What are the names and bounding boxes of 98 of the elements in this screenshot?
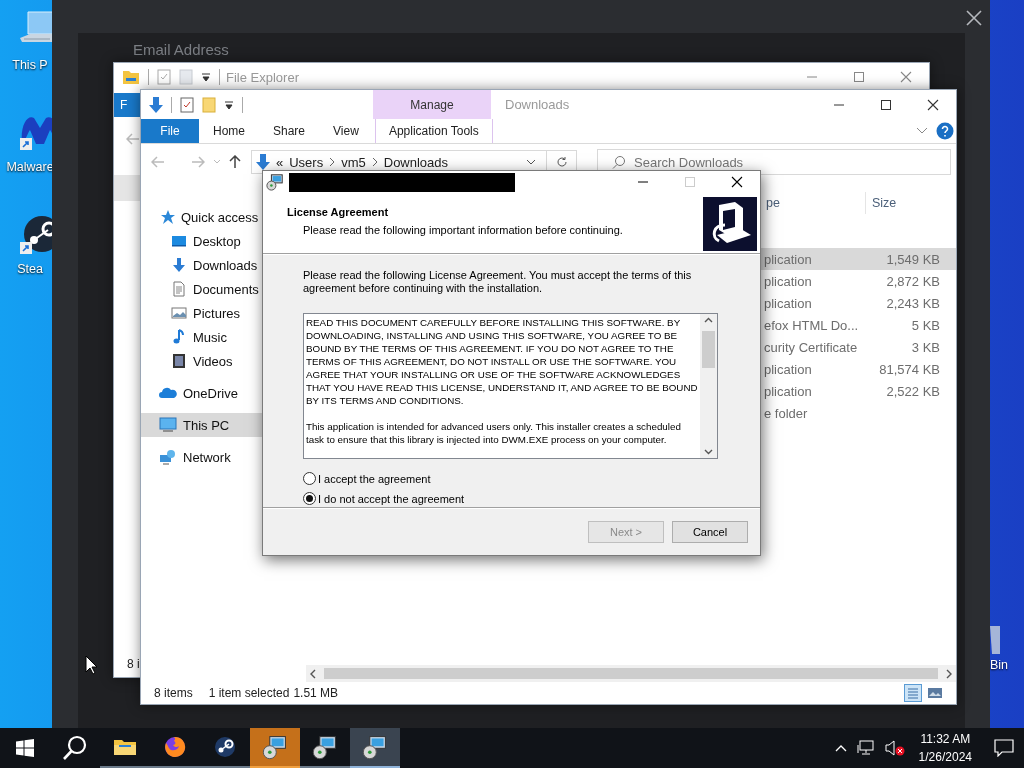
- bin-icon: [988, 624, 1000, 656]
- dropdown-icon[interactable]: [224, 99, 234, 110]
- scroll-left-icon[interactable]: [310, 668, 316, 679]
- picture-icon: [171, 305, 187, 321]
- download-icon: [171, 257, 187, 273]
- refresh-icon: [555, 156, 568, 168]
- checklist-icon[interactable]: [157, 69, 171, 85]
- ribbon-tab[interactable]: Share: [259, 119, 320, 143]
- ribbon-tab[interactable]: Application Tools: [374, 119, 493, 143]
- checklist-icon[interactable]: [180, 96, 194, 113]
- radio-button[interactable]: [303, 472, 316, 485]
- table-cell-text: 81,574 KB: [878, 360, 941, 379]
- ribbon-tab[interactable]: Home: [199, 119, 259, 143]
- dropdown-chevron-icon[interactable]: [526, 159, 536, 165]
- table-cell-text: 2,522 KB: [885, 382, 941, 401]
- taskbar-app[interactable]: [350, 728, 400, 768]
- close-icon[interactable]: [965, 9, 983, 27]
- close-icon: [926, 98, 939, 111]
- table-cell-text: plication: [764, 272, 813, 291]
- table-cell-text: 3 KB: [910, 338, 941, 357]
- installer-icon[interactable]: [312, 734, 338, 760]
- status-text: 8 i: [127, 657, 140, 671]
- help-icon[interactable]: [936, 122, 954, 140]
- windows-logo-icon: [16, 739, 34, 757]
- table-cell-text: 5 KB: [910, 316, 941, 335]
- page-subheading: Please read the following important information before continuing.: [302, 224, 623, 236]
- status-text: 1 item selected: [208, 686, 290, 700]
- ribbon-tab[interactable]: F: [114, 93, 141, 117]
- scroll-up-icon[interactable]: [704, 317, 713, 323]
- window-title: File Explorer: [226, 69, 299, 85]
- monitor-icon: [159, 417, 177, 433]
- column-header[interactable]: Size: [865, 192, 944, 214]
- table-cell-text: plication: [764, 294, 813, 313]
- cloud-icon: [159, 385, 177, 401]
- network-icon[interactable]: [856, 740, 875, 756]
- up-arrow-icon[interactable]: [229, 155, 241, 169]
- computer-setup-icon: [703, 197, 757, 251]
- download-icon: [256, 153, 270, 171]
- volume-muted-icon[interactable]: [884, 740, 905, 756]
- search-icon: [62, 735, 88, 761]
- vertical-scrollbar[interactable]: [700, 314, 717, 458]
- table-cell-text: curity Certificate: [764, 338, 859, 357]
- dropdown-icon[interactable]: [201, 72, 211, 82]
- app-logo-icon[interactable]: [213, 735, 237, 759]
- scroll-down-icon[interactable]: [704, 449, 713, 455]
- close-icon: [899, 71, 912, 83]
- music-note-icon: [171, 329, 187, 345]
- maximize-icon: [683, 176, 696, 188]
- scroll-right-icon[interactable]: [946, 668, 952, 679]
- icon-label: Bin: [990, 658, 1009, 672]
- context-group-header: Manage: [373, 90, 491, 119]
- scroll-thumb[interactable]: [324, 668, 938, 679]
- network-icon: [159, 449, 177, 465]
- expand-ribbon-icon[interactable]: [916, 127, 928, 135]
- icon-label: Stea: [17, 262, 43, 276]
- table-cell-text: 1,549 KB: [885, 250, 941, 269]
- scroll-thumb[interactable]: [702, 331, 715, 368]
- table-cell-text: plication: [764, 250, 813, 269]
- installer-icon[interactable]: [266, 173, 284, 191]
- radio-label[interactable]: I accept the agreement: [318, 472, 431, 485]
- table-cell-text: efox HTML Do...: [764, 316, 860, 335]
- license-text: READ THIS DOCUMENT CAREFULLY BEFORE INSTALLING THIS SOFTWARE. BY DOWNLOADING, INSTALLING AND USING THIS SOFTWARE, YOU AGREE TO BE BOUND BY THE TERMS OF THIS AGREEMENT. IF YOU DO NOT AGREE TO THE TERMS OF THIS AGREEMENT, DO NOT INSTALL OR USE THE SOFTWARE. YOU AGREE THAT YOUR INSTALLING OR USE OF THE SOFTWARE ACKNOWLEDGES THAT YOU HAVE READ THIS LICENSE, UNDERSTAND IT, AND AGREE TO BE BOUND BY ITS TERMS AND CONDITIONS. This application is intended for advanced users only. This installer creates a scheduled task to ensure that this library is injected into DWM.EXE process on your computer.: [305, 316, 699, 447]
- ribbon-tab[interactable]: View: [319, 119, 373, 143]
- radio-button[interactable]: [303, 492, 316, 505]
- browser-icon[interactable]: [163, 735, 187, 759]
- document-icon: [171, 281, 187, 297]
- notification-icon[interactable]: [994, 739, 1014, 757]
- status-text: 8 items: [154, 686, 193, 700]
- chevron-icon: [371, 157, 378, 167]
- ribbon-tab[interactable]: File: [141, 119, 199, 143]
- table-cell-text: 2,243 KB: [885, 294, 941, 313]
- table-cell-text: 2,872 KB: [885, 272, 941, 291]
- radio-label[interactable]: I do not accept the agreement: [318, 492, 465, 505]
- star-icon: [159, 209, 175, 225]
- download-icon[interactable]: [149, 95, 163, 114]
- dialog-button[interactable]: Cancel: [672, 520, 748, 543]
- table-cell-text: e folder: [764, 404, 809, 423]
- chevron-up-icon[interactable]: [834, 744, 847, 752]
- horizontal-scrollbar[interactable]: [306, 665, 956, 682]
- column-header[interactable]: pe: [764, 192, 865, 214]
- window-title: Downloads: [505, 97, 570, 112]
- field-label: Email Address: [133, 41, 229, 58]
- clock[interactable]: 11:32 AM 1/26/2024: [918, 732, 972, 764]
- status-text: 1.51 MB: [293, 686, 339, 700]
- page-heading: License Agreement: [287, 206, 390, 218]
- table-cell-text: plication: [764, 360, 813, 379]
- maximize-icon: [852, 71, 865, 83]
- table-cell-text: plication: [764, 382, 813, 401]
- close-icon: [730, 176, 743, 188]
- chevron-icon: [329, 157, 336, 167]
- maximize-icon: [879, 98, 892, 111]
- desktop-icon: [171, 233, 187, 249]
- installer-icon[interactable]: [262, 734, 288, 760]
- icon-label: This P: [12, 58, 48, 72]
- cursor-icon: [85, 655, 98, 675]
- instruction-text: Please read the following License Agreement. You must accept the terms of this agreement before continuing with the installation.: [303, 269, 693, 295]
- installer-icon[interactable]: [362, 734, 388, 760]
- film-icon: [171, 353, 187, 369]
